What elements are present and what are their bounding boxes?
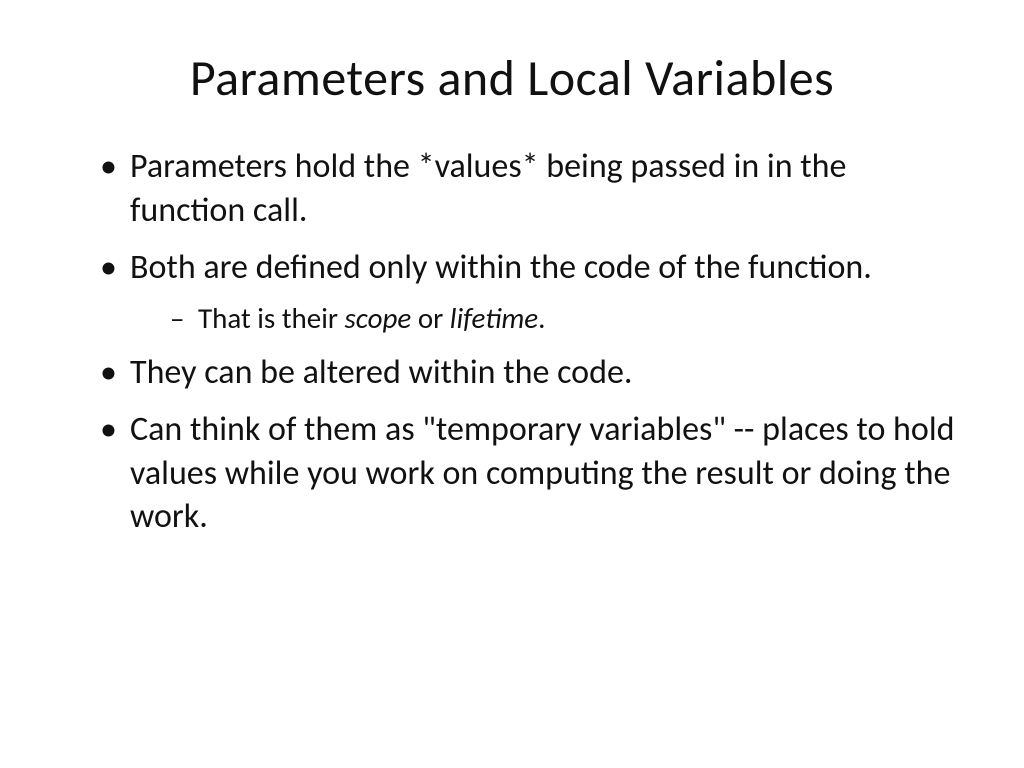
italic-term: lifetime xyxy=(450,300,538,336)
bullet-item: Can think of them as "temporary variable… xyxy=(100,408,964,539)
slide-title: Parameters and Local Variables xyxy=(60,48,964,109)
bullet-item: Both are defined only within the code of… xyxy=(100,246,964,337)
italic-term: scope xyxy=(345,300,412,336)
sub-bullet-text: That is their xyxy=(198,300,345,336)
bullet-item: Parameters hold the *values* being passe… xyxy=(100,145,964,232)
sub-bullet-text: or xyxy=(411,300,450,336)
bullet-text: Both are defined only within the code of… xyxy=(130,247,872,288)
bullet-list: Parameters hold the *values* being passe… xyxy=(60,145,964,539)
sub-bullet-item: That is their scope or lifetime. xyxy=(170,300,964,337)
bullet-item: They can be altered within the code. xyxy=(100,351,964,395)
sub-bullet-text: . xyxy=(538,300,545,336)
sub-bullet-list: That is their scope or lifetime. xyxy=(130,300,964,337)
slide: Parameters and Local Variables Parameter… xyxy=(0,0,1024,768)
